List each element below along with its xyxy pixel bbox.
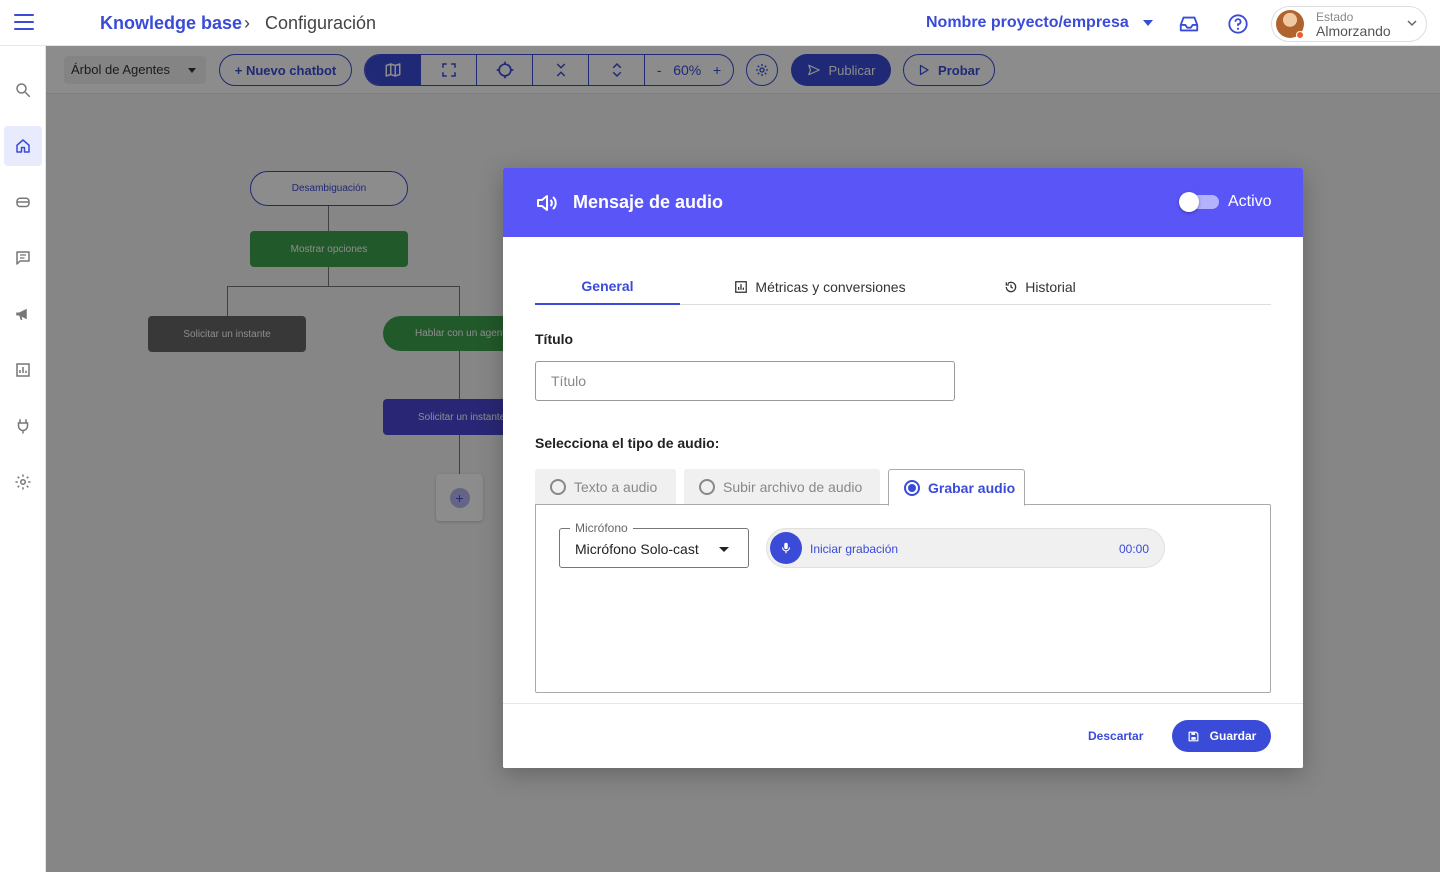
sidebar-item-search[interactable] <box>4 70 42 110</box>
audio-recorder: Iniciar grabación 00:00 <box>766 528 1165 568</box>
project-selector[interactable]: Nombre proyecto/empresa <box>926 14 1153 32</box>
caret-down-icon <box>1142 19 1153 26</box>
search-icon <box>16 83 31 98</box>
start-recording-label[interactable]: Iniciar grabación <box>810 542 898 556</box>
save-label: Guardar <box>1209 729 1257 743</box>
sidebar-item-conversations[interactable] <box>4 238 42 278</box>
audio-type-label: Selecciona el tipo de audio: <box>535 435 720 451</box>
dialog-title: Mensaje de audio <box>573 192 724 212</box>
sidebar-item-settings[interactable] <box>4 462 42 502</box>
toggle-knob <box>1179 192 1199 212</box>
breadcrumb-current: Configuración <box>265 13 377 33</box>
tab-metrics[interactable]: Métricas y conversiones <box>720 268 920 305</box>
project-name: Nombre proyecto/empresa <box>926 14 1129 31</box>
audio-type-record-label: Grabar audio <box>928 479 1016 496</box>
sidebar-item-integrations[interactable] <box>4 406 42 446</box>
top-bar: Knowledge base › Configuración Nombre pr… <box>0 0 1440 46</box>
radio-button-checked <box>904 479 920 496</box>
breadcrumb-knowledge-base[interactable]: Knowledge base <box>100 13 242 34</box>
status-dot <box>1296 31 1304 39</box>
discard-button[interactable]: Descartar <box>1088 729 1143 743</box>
chevron-down-icon <box>1407 20 1417 27</box>
save-button[interactable]: Guardar <box>1172 720 1271 752</box>
audio-type-tts-label: Texto a audio <box>574 479 658 495</box>
tab-general[interactable]: General <box>535 268 680 305</box>
chat-icon <box>16 251 30 265</box>
home-icon <box>16 139 30 153</box>
sidebar <box>0 46 46 872</box>
radio-button <box>550 479 566 495</box>
sidebar-item-home[interactable] <box>4 126 42 166</box>
active-label: Activo <box>1228 193 1272 210</box>
microphone-label: Micrófono <box>570 521 633 535</box>
title-field-label: Título <box>535 331 574 347</box>
speaker-icon <box>537 195 557 211</box>
dialog-header: Mensaje de audio Activo <box>503 168 1303 237</box>
sidebar-item-analytics[interactable] <box>4 350 42 390</box>
inbox-icon[interactable] <box>1178 13 1200 35</box>
status-selector[interactable]: Estado Almorzando <box>1271 6 1427 42</box>
record-audio-panel: Micrófono Micrófono Solo-cast Iniciar gr… <box>535 504 1271 693</box>
sidebar-item-bots[interactable] <box>4 182 42 222</box>
help-icon[interactable] <box>1227 13 1249 35</box>
sidebar-item-campaigns[interactable] <box>4 294 42 334</box>
tab-general-label: General <box>581 277 634 294</box>
tab-history[interactable]: Historial <box>995 268 1085 305</box>
status-value: Almorzando <box>1316 23 1391 39</box>
status-label: Estado <box>1316 10 1354 24</box>
radio-button <box>699 479 715 495</box>
plug-icon <box>17 419 29 434</box>
analytics-icon <box>16 363 30 377</box>
audio-type-upload-label: Subir archivo de audio <box>723 479 863 495</box>
caret-down-icon <box>719 547 729 552</box>
tab-history-label: Historial <box>1025 278 1076 295</box>
megaphone-icon <box>16 308 27 320</box>
record-button[interactable] <box>770 532 802 564</box>
save-icon <box>1188 731 1199 741</box>
dialog-footer: Descartar Guardar <box>503 703 1303 768</box>
dialog-tabs: General Métricas y conversiones Historia… <box>535 268 1271 305</box>
settings-icon <box>15 474 31 490</box>
recording-timer: 00:00 <box>1118 542 1149 556</box>
chart-icon <box>735 280 748 293</box>
audio-type-tts[interactable]: Texto a audio <box>535 469 676 505</box>
history-icon <box>1005 281 1017 292</box>
breadcrumb-separator: › <box>244 13 250 33</box>
microphone-icon <box>781 542 791 554</box>
menu-icon[interactable] <box>14 14 34 32</box>
audio-message-dialog: Mensaje de audio Activo General Métricas… <box>503 168 1303 768</box>
title-input[interactable] <box>535 361 955 401</box>
audio-type-upload[interactable]: Subir archivo de audio <box>684 469 880 505</box>
bot-icon <box>16 197 30 208</box>
audio-type-record[interactable]: Grabar audio <box>888 469 1025 506</box>
active-toggle[interactable] <box>1179 192 1219 212</box>
tab-metrics-label: Métricas y conversiones <box>755 278 906 295</box>
microphone-select[interactable]: Micrófono Micrófono Solo-cast <box>559 521 749 568</box>
microphone-value: Micrófono Solo-cast <box>575 541 699 557</box>
